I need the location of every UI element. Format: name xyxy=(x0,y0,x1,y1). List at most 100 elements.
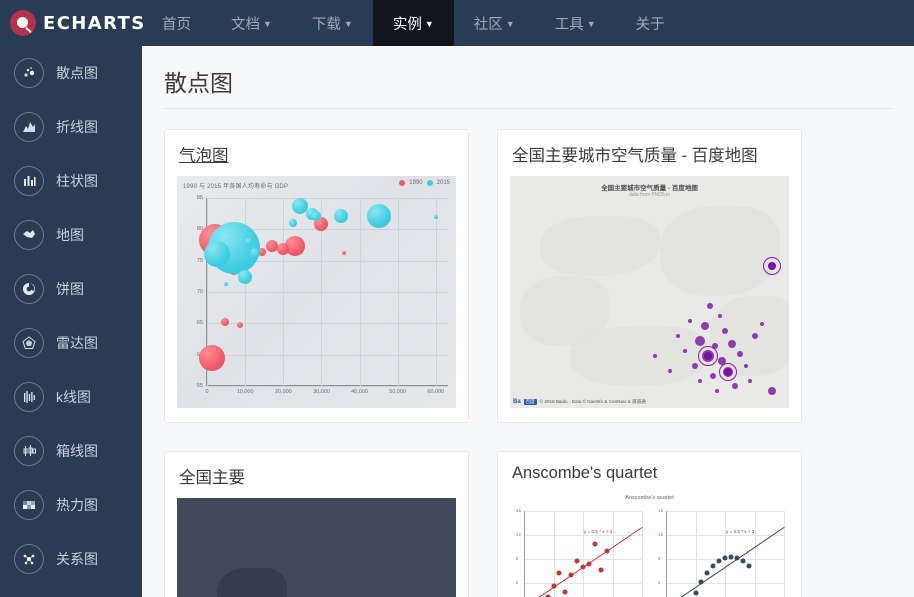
data-point[interactable] xyxy=(734,555,740,561)
sidebar-item-2[interactable]: 柱状图 xyxy=(0,154,142,208)
nav-item-3[interactable]: 实例 ▼ xyxy=(372,0,454,46)
map-landmass xyxy=(660,206,780,296)
sidebar-item-3[interactable]: 地图 xyxy=(0,208,142,262)
data-bubble[interactable] xyxy=(333,208,348,223)
data-bubble[interactable] xyxy=(265,240,278,253)
sidebar-item-1[interactable]: 折线图 xyxy=(0,100,142,154)
city-data-point[interactable] xyxy=(737,351,743,357)
sidebar-item-8[interactable]: 热力图 xyxy=(0,478,142,532)
data-point[interactable] xyxy=(574,558,580,564)
nav-item-4[interactable]: 社区 ▼ xyxy=(454,0,535,46)
city-data-point[interactable] xyxy=(688,319,692,323)
city-data-point[interactable] xyxy=(710,373,716,379)
data-bubble[interactable] xyxy=(244,237,253,246)
city-data-point[interactable] xyxy=(752,333,758,339)
city-data-point[interactable] xyxy=(683,349,687,353)
data-point[interactable] xyxy=(551,583,556,589)
city-data-point[interactable] xyxy=(768,387,776,395)
data-bubble[interactable] xyxy=(433,214,438,219)
data-bubble[interactable] xyxy=(311,211,322,222)
city-data-point[interactable] xyxy=(744,364,748,368)
city-data-point[interactable] xyxy=(715,389,719,393)
sidebar-item-5[interactable]: 雷达图 xyxy=(0,316,142,370)
nav-item-0[interactable]: 首页 xyxy=(142,0,211,46)
city-data-point[interactable] xyxy=(704,352,712,360)
example-card[interactable]: 气泡图 1990 与 2015 年各国人均寿命与 GDP 1990 2015 55… xyxy=(164,129,469,423)
data-point[interactable] xyxy=(592,541,598,547)
city-data-point[interactable] xyxy=(676,334,680,338)
map-icon xyxy=(14,220,44,250)
nav-item-2[interactable]: 下载 ▼ xyxy=(292,0,373,46)
city-data-point[interactable] xyxy=(701,322,709,330)
city-data-point[interactable] xyxy=(760,322,764,326)
data-point[interactable] xyxy=(693,590,698,596)
data-point[interactable] xyxy=(740,558,746,564)
city-data-point[interactable] xyxy=(695,336,705,346)
example-card[interactable]: 全国主要 xyxy=(164,451,469,597)
data-point[interactable] xyxy=(710,563,716,569)
card-title: Anscombe's quartet xyxy=(498,452,801,493)
chart-thumbnail-baidu-map[interactable]: 全国主要城市空气质量 - 百度地图 data from PM25.in Ba 百… xyxy=(510,176,789,408)
example-card[interactable]: Anscombe's quartet Anscombe's quartet 05… xyxy=(497,451,802,597)
chart-thumbnail-bubble[interactable]: 1990 与 2015 年各国人均寿命与 GDP 19902015 556065… xyxy=(177,176,456,408)
data-point[interactable] xyxy=(704,570,710,576)
data-bubble[interactable] xyxy=(199,344,226,371)
nav-item-5[interactable]: 工具 ▼ xyxy=(535,0,616,46)
city-data-point[interactable] xyxy=(722,328,728,334)
city-data-point[interactable] xyxy=(653,354,657,358)
city-data-point[interactable] xyxy=(768,262,776,270)
data-bubble[interactable] xyxy=(366,203,391,228)
data-point[interactable] xyxy=(746,563,752,569)
nav-item-6[interactable]: 关于 xyxy=(616,0,685,46)
sidebar-item-7[interactable]: 箱线图 xyxy=(0,424,142,478)
card-title-link[interactable]: Anscombe's quartet xyxy=(512,464,657,482)
example-card[interactable]: 全国主要城市空气质量 - 百度地图 全国主要城市空气质量 - 百度地图 data… xyxy=(497,129,802,423)
data-bubble[interactable] xyxy=(238,269,253,284)
city-data-point[interactable] xyxy=(707,303,713,309)
nav-item-1[interactable]: 文档 ▼ xyxy=(211,0,292,46)
city-data-point[interactable] xyxy=(732,383,738,389)
city-data-point[interactable] xyxy=(728,340,736,348)
city-data-point[interactable] xyxy=(692,363,698,369)
chevron-down-icon: ▼ xyxy=(343,19,353,29)
data-bubble[interactable] xyxy=(236,321,243,328)
city-data-point[interactable] xyxy=(718,314,722,318)
data-bubble[interactable] xyxy=(277,243,290,256)
top-navigation-bar: ECHARTS 首页 文档 ▼ 下载 ▼ 实例 ▼ 社区 ▼ 工具 ▼ 关于 xyxy=(0,0,914,46)
data-bubble[interactable] xyxy=(224,282,229,287)
city-data-point[interactable] xyxy=(698,379,702,383)
x-axis-tick: 0 xyxy=(205,389,209,395)
data-point[interactable] xyxy=(568,572,574,578)
legend-marker xyxy=(399,180,406,186)
data-bubble[interactable] xyxy=(249,248,260,259)
data-point[interactable] xyxy=(722,555,728,561)
city-data-point[interactable] xyxy=(748,379,752,383)
card-title-link[interactable]: 全国主要城市空气质量 - 百度地图 xyxy=(512,147,758,165)
data-bubble[interactable] xyxy=(203,241,230,268)
data-bubble[interactable] xyxy=(221,318,230,327)
sidebar-item-4[interactable]: 饼图 xyxy=(0,262,142,316)
data-point[interactable] xyxy=(728,554,734,560)
sidebar-item-9[interactable]: 关系图 xyxy=(0,532,142,586)
data-point[interactable] xyxy=(586,561,592,567)
data-point[interactable] xyxy=(580,564,586,570)
data-point[interactable] xyxy=(562,589,568,595)
data-point[interactable] xyxy=(716,558,722,564)
sidebar-item-0[interactable]: 散点图 xyxy=(0,46,142,100)
chart-thumbnail-dark-map[interactable] xyxy=(177,498,456,597)
main-nav: 首页 文档 ▼ 下载 ▼ 实例 ▼ 社区 ▼ 工具 ▼ 关于 xyxy=(142,0,685,46)
city-data-point[interactable] xyxy=(724,368,732,376)
data-point[interactable] xyxy=(698,579,704,585)
data-bubble[interactable] xyxy=(288,219,297,228)
data-point[interactable] xyxy=(556,570,562,576)
data-point[interactable] xyxy=(598,567,604,573)
card-title: 气泡图 xyxy=(165,130,468,176)
sidebar-item-6[interactable]: k线图 xyxy=(0,370,142,424)
chart-thumbnail-anscombe[interactable]: Anscombe's quartet 0510152003691215y = 0… xyxy=(510,493,789,597)
brand-logo[interactable]: ECHARTS xyxy=(0,0,144,46)
city-data-point[interactable] xyxy=(668,369,672,373)
card-title-link[interactable]: 气泡图 xyxy=(179,147,229,165)
data-point[interactable] xyxy=(604,548,610,554)
card-title-link[interactable]: 全国主要 xyxy=(179,469,245,487)
data-bubble[interactable] xyxy=(342,250,347,255)
